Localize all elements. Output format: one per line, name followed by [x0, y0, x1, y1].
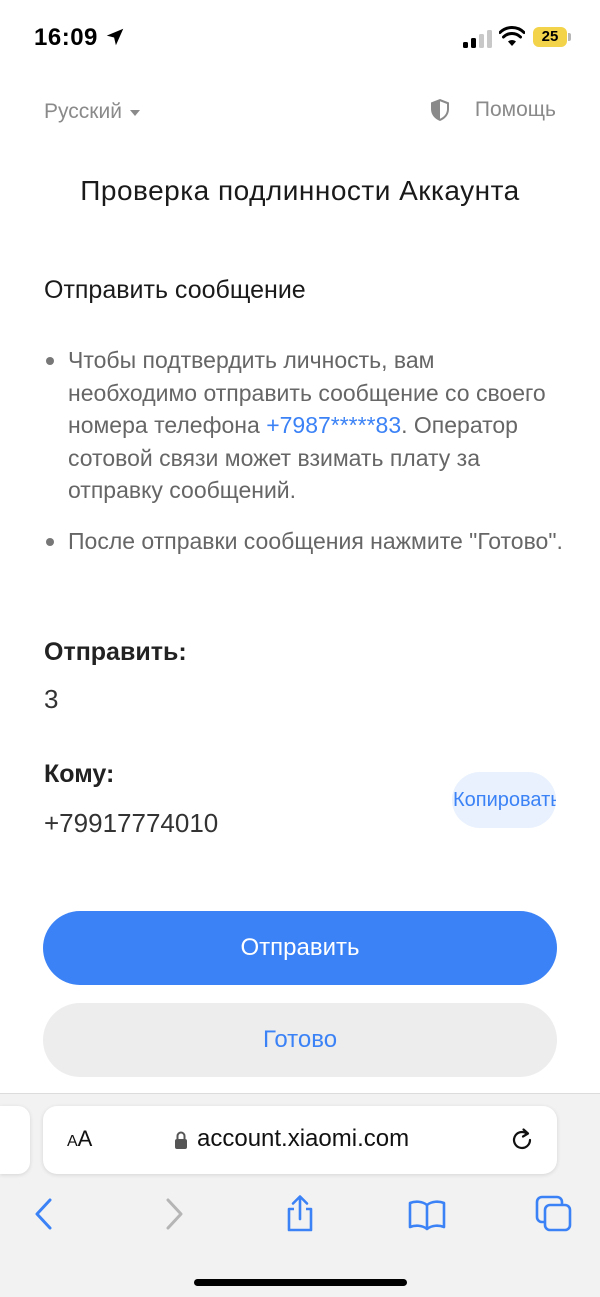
cellular-signal-icon — [463, 30, 493, 48]
bookmarks-icon[interactable] — [407, 1194, 447, 1234]
forward-icon[interactable] — [154, 1194, 194, 1234]
url-text[interactable]: account.xiaomi.com — [197, 1125, 409, 1153]
browser-toolbar: AA account.xiaomi.com — [0, 1093, 600, 1297]
caret-down-icon — [129, 110, 140, 116]
tabs-icon[interactable] — [534, 1194, 574, 1234]
instruction-item: Чтобы подтвердить личность, вам необходи… — [44, 344, 564, 507]
help-label: Помощь — [474, 98, 556, 121]
language-selector[interactable]: Русский — [44, 100, 140, 124]
masked-phone-number: +7987*****83 — [266, 412, 402, 438]
back-icon[interactable] — [24, 1194, 64, 1234]
recipient-number: +79917774010 — [44, 808, 219, 838]
send-code-value: 3 — [44, 684, 59, 714]
send-label: Отправить: — [44, 638, 187, 666]
language-label: Русский — [44, 100, 122, 123]
battery-indicator: 25 — [533, 27, 567, 47]
shield-icon — [430, 99, 449, 121]
help-link[interactable]: Помощь — [429, 98, 556, 122]
reload-icon[interactable] — [509, 1127, 535, 1153]
location-arrow-icon — [106, 28, 124, 46]
address-bar[interactable]: AA account.xiaomi.com — [43, 1106, 557, 1174]
previous-tab-preview[interactable] — [0, 1106, 30, 1174]
recipient-label: Кому: — [44, 760, 115, 788]
page-title: Проверка подлинности Аккаунта — [80, 175, 520, 206]
instruction-item: После отправки сообщения нажмите "Готово… — [44, 525, 564, 558]
share-icon[interactable] — [280, 1194, 320, 1234]
text-size-small: A — [67, 1133, 78, 1150]
wifi-icon — [499, 26, 525, 46]
send-button[interactable]: Отправить — [43, 911, 557, 985]
text-size-large: A — [77, 1126, 93, 1151]
instruction-text: После отправки сообщения нажмите "Готово… — [68, 527, 563, 554]
home-indicator — [194, 1279, 407, 1286]
battery-tip — [568, 33, 571, 41]
done-button[interactable]: Готово — [43, 1003, 557, 1077]
section-title: Отправить сообщение — [44, 276, 306, 304]
instructions-list: Чтобы подтвердить личность, вам необходи… — [44, 344, 564, 575]
text-size-button[interactable]: AA — [67, 1126, 92, 1152]
status-bar: 16:09 25 — [0, 0, 600, 76]
lock-icon — [175, 1131, 187, 1149]
status-time: 16:09 — [34, 24, 98, 51]
copy-button[interactable]: Копировать — [452, 772, 556, 828]
